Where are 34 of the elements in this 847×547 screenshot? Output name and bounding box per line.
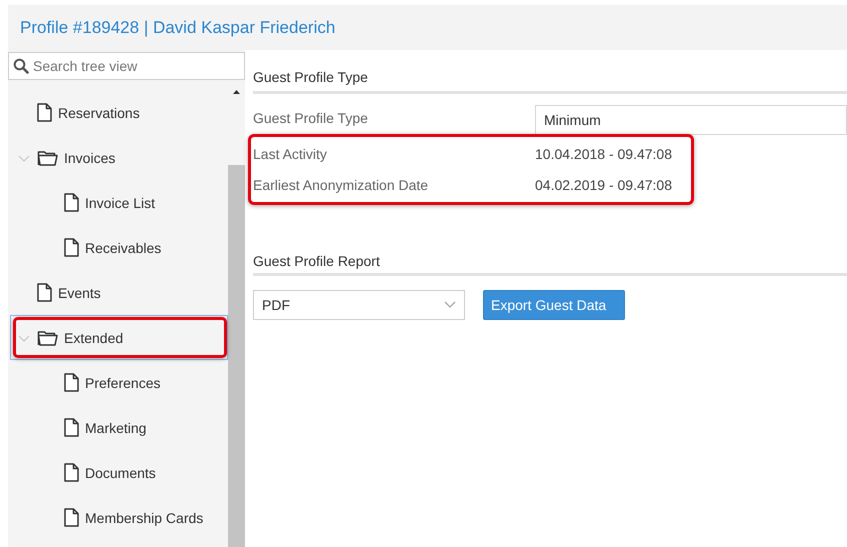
document-icon <box>64 373 79 392</box>
search-field[interactable]: Search tree view <box>8 52 245 80</box>
field-label: Guest Profile Type <box>253 110 369 126</box>
tree-item[interactable]: Invoice List <box>10 180 228 225</box>
document-icon <box>37 283 52 302</box>
field-label: Earliest Anonymization Date <box>253 176 430 192</box>
search-icon <box>13 58 29 74</box>
tree-item[interactable]: Marketing <box>10 405 228 450</box>
section-title: Guest Profile Report <box>253 253 380 269</box>
tree-item[interactable]: Invoices <box>10 135 228 180</box>
field-label: Last Activity <box>253 146 328 162</box>
scrollbar-thumb[interactable] <box>228 165 245 547</box>
section-title: Guest Profile Type <box>253 69 368 85</box>
tree-item[interactable]: Events <box>10 270 228 315</box>
field-value: 10.04.2018 - 09.47:08 <box>535 146 672 162</box>
tree-item[interactable]: Extended <box>10 315 228 360</box>
tree-item[interactable]: Documents <box>10 450 228 495</box>
tree-item[interactable]: Preferences <box>10 360 228 405</box>
document-icon <box>64 463 79 482</box>
document-icon <box>64 238 79 257</box>
page-title: Profile #189428 | David Kaspar Friederich <box>20 18 336 38</box>
document-icon <box>37 103 52 122</box>
chevron-icon <box>444 301 456 309</box>
tree-item[interactable]: Reservations <box>10 90 228 135</box>
document-icon <box>64 508 79 527</box>
field-value: 04.02.2019 - 09.47:08 <box>535 176 672 192</box>
document-icon <box>64 193 79 212</box>
type-select[interactable]: Minimum <box>535 104 847 134</box>
folder-icon <box>37 330 58 346</box>
document-icon <box>64 418 79 437</box>
tree-item[interactable]: Receivables <box>10 225 228 270</box>
folder-icon <box>37 150 58 166</box>
tree-item[interactable]: Membership Cards <box>10 495 228 540</box>
format-select[interactable]: PDF <box>253 290 465 320</box>
